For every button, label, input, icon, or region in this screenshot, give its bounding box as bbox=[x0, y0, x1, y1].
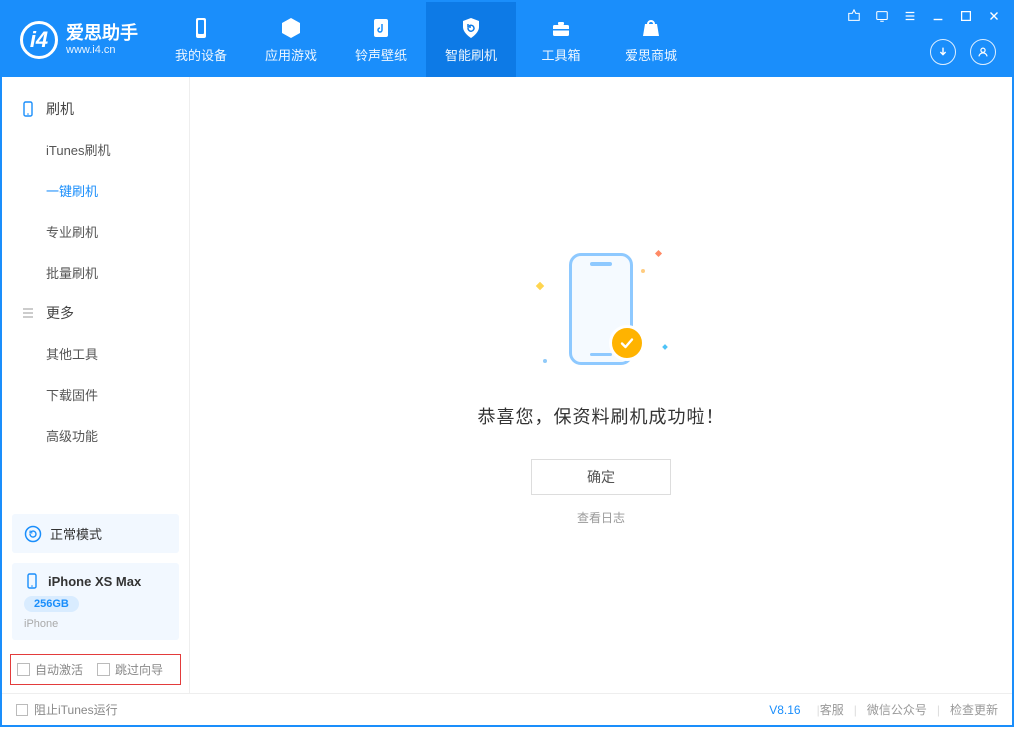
footer-links: 客服 | 微信公众号 | 检查更新 bbox=[820, 701, 998, 718]
sidebar-item-batch-flash[interactable]: 批量刷机 bbox=[2, 252, 189, 293]
sidebar-item-advanced[interactable]: 高级功能 bbox=[2, 415, 189, 456]
header: i4 爱思助手 www.i4.cn 我的设备 应用游戏 铃声壁纸 智能刷机 bbox=[2, 2, 1012, 77]
checkbox-label: 自动激活 bbox=[35, 661, 83, 678]
checkbox-block-itunes[interactable]: 阻止iTunes运行 bbox=[16, 701, 118, 718]
list-icon bbox=[20, 305, 36, 321]
sidebar-item-pro-flash[interactable]: 专业刷机 bbox=[2, 211, 189, 252]
storage-badge: 256GB bbox=[24, 596, 79, 612]
device-icon bbox=[189, 16, 213, 40]
mode-label: 正常模式 bbox=[50, 524, 102, 543]
view-log-link[interactable]: 查看日志 bbox=[577, 509, 625, 526]
tab-label: 我的设备 bbox=[175, 45, 227, 64]
spark-icon bbox=[536, 281, 544, 289]
checkbox-skip-guide[interactable]: 跳过向导 bbox=[97, 661, 163, 678]
tab-toolbox[interactable]: 工具箱 bbox=[516, 2, 606, 77]
download-button[interactable] bbox=[930, 39, 956, 65]
dot-icon bbox=[641, 269, 645, 273]
tab-label: 应用游戏 bbox=[265, 45, 317, 64]
ok-button[interactable]: 确定 bbox=[531, 459, 671, 495]
tab-apps-games[interactable]: 应用游戏 bbox=[246, 2, 336, 77]
toolbox-icon bbox=[549, 16, 573, 40]
checkbox-label: 阻止iTunes运行 bbox=[34, 701, 118, 718]
sidebar-item-other-tools[interactable]: 其他工具 bbox=[2, 333, 189, 374]
spark-icon bbox=[655, 249, 662, 256]
sidebar: 刷机 iTunes刷机 一键刷机 专业刷机 批量刷机 更多 其他工具 下载固件 … bbox=[2, 77, 190, 693]
checkbox-icon bbox=[97, 663, 110, 676]
mode-card[interactable]: 正常模式 bbox=[12, 514, 179, 553]
check-badge-icon bbox=[609, 325, 645, 361]
logo-text: 爱思助手 www.i4.cn bbox=[66, 23, 138, 56]
sidebar-scroll: 刷机 iTunes刷机 一键刷机 专业刷机 批量刷机 更多 其他工具 下载固件 … bbox=[2, 77, 189, 504]
dot-icon bbox=[543, 359, 547, 363]
tab-label: 爱思商城 bbox=[625, 45, 677, 64]
success-message: 恭喜您，保资料刷机成功啦！ bbox=[478, 403, 725, 429]
sidebar-item-download-firmware[interactable]: 下载固件 bbox=[2, 374, 189, 415]
device-name: iPhone XS Max bbox=[48, 574, 141, 589]
checkbox-label: 跳过向导 bbox=[115, 661, 163, 678]
titlebar-buttons bbox=[846, 8, 1002, 24]
shield-refresh-icon bbox=[459, 16, 483, 40]
main-content: 恭喜您，保资料刷机成功啦！ 确定 查看日志 bbox=[190, 77, 1012, 693]
account-button[interactable] bbox=[970, 39, 996, 65]
close-button[interactable] bbox=[986, 8, 1002, 24]
tab-ringtone-wallpaper[interactable]: 铃声壁纸 bbox=[336, 2, 426, 77]
checkbox-icon bbox=[17, 663, 30, 676]
sidebar-item-itunes-flash[interactable]: iTunes刷机 bbox=[2, 129, 189, 170]
app-url: www.i4.cn bbox=[66, 44, 138, 56]
sidebar-group-more[interactable]: 更多 bbox=[2, 293, 189, 333]
feedback-icon[interactable] bbox=[874, 8, 890, 24]
checkbox-icon bbox=[16, 704, 28, 716]
body: 刷机 iTunes刷机 一键刷机 专业刷机 批量刷机 更多 其他工具 下载固件 … bbox=[2, 77, 1012, 693]
app-name: 爱思助手 bbox=[66, 23, 138, 44]
music-file-icon bbox=[369, 16, 393, 40]
bag-icon bbox=[639, 16, 663, 40]
maximize-button[interactable] bbox=[958, 8, 974, 24]
sidebar-item-one-click-flash[interactable]: 一键刷机 bbox=[2, 170, 189, 211]
logo-icon: i4 bbox=[20, 21, 58, 59]
tab-label: 工具箱 bbox=[541, 45, 580, 64]
device-type: iPhone bbox=[24, 618, 167, 630]
options-highlight-box: 自动激活 跳过向导 bbox=[10, 654, 181, 685]
tab-store[interactable]: 爱思商城 bbox=[606, 2, 696, 77]
success-illustration bbox=[531, 245, 671, 385]
app-window: i4 爱思助手 www.i4.cn 我的设备 应用游戏 铃声壁纸 智能刷机 bbox=[0, 0, 1014, 727]
header-right-buttons bbox=[930, 39, 996, 65]
menu-icon[interactable] bbox=[902, 8, 918, 24]
device-card[interactable]: iPhone XS Max 256GB iPhone bbox=[12, 563, 179, 640]
footer-link-support[interactable]: 客服 bbox=[820, 701, 844, 718]
logo: i4 爱思助手 www.i4.cn bbox=[2, 2, 156, 77]
group-label: 刷机 bbox=[46, 99, 74, 119]
theme-icon[interactable] bbox=[846, 8, 862, 24]
main-tabs: 我的设备 应用游戏 铃声壁纸 智能刷机 工具箱 爱思商城 bbox=[156, 2, 696, 77]
minimize-button[interactable] bbox=[930, 8, 946, 24]
group-label: 更多 bbox=[46, 303, 74, 323]
footer-link-wechat[interactable]: 微信公众号 bbox=[867, 701, 927, 718]
cube-icon bbox=[279, 16, 303, 40]
spark-icon bbox=[662, 344, 668, 350]
tab-smart-flash[interactable]: 智能刷机 bbox=[426, 2, 516, 77]
version-label: V8.16 bbox=[769, 703, 800, 717]
footer: 阻止iTunes运行 V8.16 | 客服 | 微信公众号 | 检查更新 bbox=[2, 693, 1012, 725]
phone-icon bbox=[20, 101, 36, 117]
tab-my-device[interactable]: 我的设备 bbox=[156, 2, 246, 77]
refresh-icon bbox=[24, 525, 42, 543]
tab-label: 铃声壁纸 bbox=[355, 45, 407, 64]
tab-label: 智能刷机 bbox=[445, 45, 497, 64]
footer-link-check-update[interactable]: 检查更新 bbox=[950, 701, 998, 718]
checkbox-auto-activate[interactable]: 自动激活 bbox=[17, 661, 83, 678]
sidebar-group-flash[interactable]: 刷机 bbox=[2, 89, 189, 129]
mobile-icon bbox=[24, 573, 40, 589]
